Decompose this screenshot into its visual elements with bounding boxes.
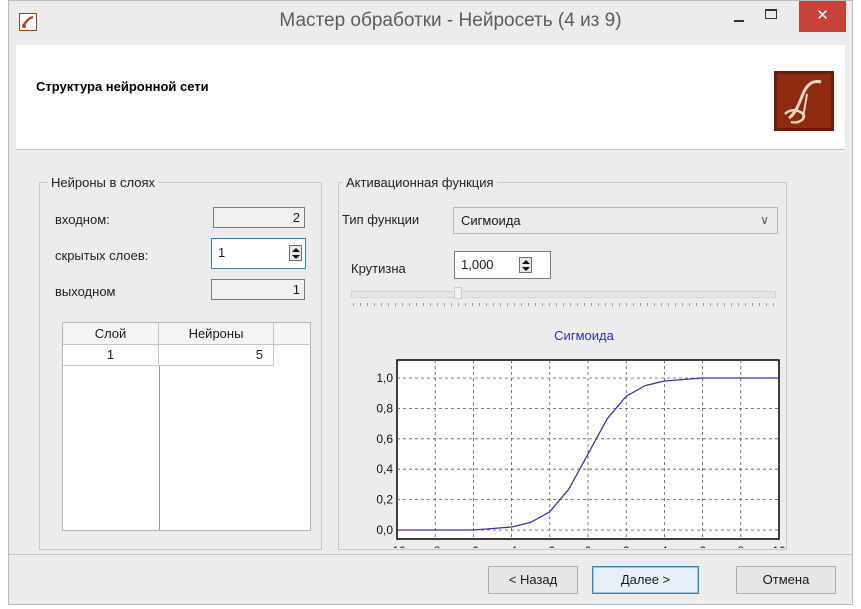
close-button[interactable]: ✕	[799, 1, 846, 32]
hidden-layers-label: скрытых слоев:	[55, 248, 149, 263]
chart-x-tick-label: 6	[699, 544, 706, 548]
chart-grid	[396, 359, 780, 540]
output-neurons-field: 1	[211, 279, 305, 300]
chart-y-tick-label: 0,6	[376, 432, 393, 446]
chart-x-tick-label: -10	[388, 544, 406, 548]
chart-x-tick-label: -6	[468, 544, 479, 548]
output-layer-label: выходном	[55, 284, 116, 299]
chart-x-tick-label: -2	[544, 544, 555, 548]
cancel-button[interactable]: Отмена	[736, 566, 836, 594]
close-icon: ✕	[816, 7, 829, 24]
maximize-icon	[765, 9, 777, 19]
maximize-button[interactable]	[757, 1, 785, 30]
title-bar: Мастер обработки - Нейросеть (4 из 9) ✕	[9, 1, 852, 41]
input-layer-label: входном:	[55, 212, 110, 227]
chart-y-ticks: 1,0 0,8 0,6 0,4 0,2 0,0	[376, 371, 393, 537]
minimize-button[interactable]	[725, 1, 753, 30]
table-cell-neurons[interactable]: 5	[159, 345, 274, 366]
minimize-icon	[734, 20, 744, 22]
chart-y-tick-label: 0,4	[376, 462, 393, 476]
deductor-logo-icon	[774, 71, 834, 131]
column-header-empty	[274, 323, 310, 345]
steepness-stepper[interactable]: 1,000	[454, 251, 551, 279]
input-neurons-field: 2	[213, 207, 305, 228]
function-type-label: Тип функции	[342, 212, 420, 227]
hidden-layers-value: 1	[218, 245, 226, 260]
hidden-layers-stepper[interactable]: 1	[211, 238, 306, 269]
steepness-value: 1,000	[461, 257, 494, 272]
chevron-down-icon: ∨	[760, 213, 769, 227]
table-cell-layer[interactable]: 1	[63, 345, 159, 366]
chart-x-tick-label: -4	[506, 544, 517, 548]
slider-ticks	[353, 303, 774, 306]
steepness-slider-track[interactable]	[351, 291, 776, 298]
chart-x-tick-label: 10	[772, 544, 785, 548]
steepness-slider-thumb[interactable]	[454, 287, 462, 299]
chart-y-tick-label: 1,0	[376, 371, 393, 385]
chart-x-tick-label: -8	[430, 544, 441, 548]
chart-x-tick-label: 2	[623, 544, 630, 548]
page-title: Структура нейронной сети	[36, 79, 209, 94]
column-header-layer[interactable]: Слой	[63, 323, 159, 345]
column-header-neurons[interactable]: Нейроны	[159, 323, 274, 345]
chart-x-tick-label: 0	[585, 544, 592, 548]
stepper-arrows-icon[interactable]	[519, 257, 532, 273]
chart-y-tick-label: 0,0	[376, 523, 393, 537]
chart-x-ticks: -10 -8 -6 -4 -2 0 2 4 6 8 10	[388, 544, 785, 548]
activation-function-group: Активационная функция Тип функции Сигмои…	[338, 175, 787, 550]
chart-x-tick-label: 4	[661, 544, 668, 548]
chart-y-tick-label: 0,8	[376, 401, 393, 415]
function-type-value: Сигмоида	[461, 213, 521, 228]
function-type-select[interactable]: Сигмоида ∨	[453, 207, 778, 234]
chart-title: Сигмоида	[554, 328, 614, 343]
footer-divider	[9, 554, 852, 555]
wizard-window: Мастер обработки - Нейросеть (4 из 9) ✕ …	[8, 0, 853, 605]
stepper-arrows-icon[interactable]	[289, 245, 302, 261]
sigmoid-chart: Сигмоида 1,0 0,8 0,6 0,4 0,2 0,0 -10 -8 -6 -4 -2 0…	[376, 328, 785, 548]
neurons-group-legend: Нейроны в слоях	[48, 175, 158, 190]
steepness-label: Крутизна	[351, 261, 406, 276]
neurons-in-layers-group: Нейроны в слоях входном: 2 скрытых слоев…	[39, 175, 322, 550]
chart-x-tick-label: 8	[737, 544, 744, 548]
back-button[interactable]: < Назад	[488, 566, 578, 594]
next-button[interactable]: Далее >	[592, 566, 699, 594]
table-column-divider	[159, 366, 160, 530]
wizard-header: Структура нейронной сети	[16, 45, 845, 150]
chart-y-tick-label: 0,2	[376, 493, 393, 507]
activation-group-legend: Активационная функция	[343, 175, 497, 190]
layers-table[interactable]: Слой Нейроны 1 5	[62, 322, 311, 531]
